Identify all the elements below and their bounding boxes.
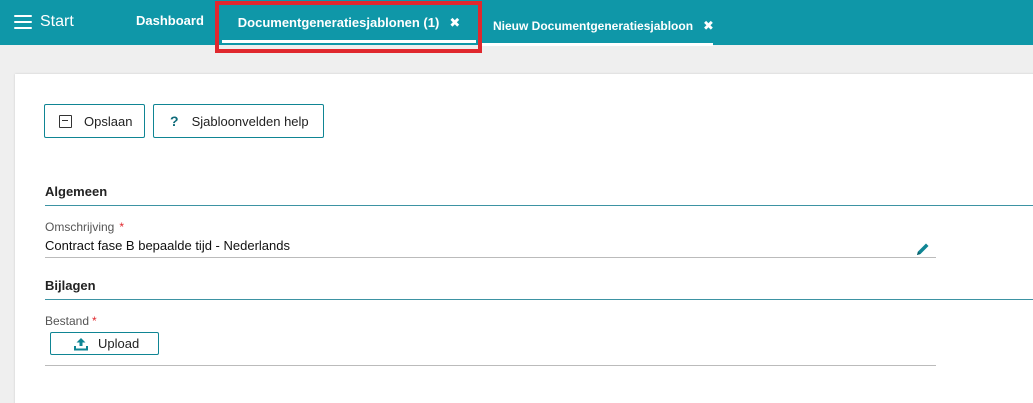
tab-nieuw-documentgeneratiesjabloon-label: Nieuw Documentgeneratiesjabloon	[493, 19, 694, 33]
start-menu-button[interactable]: Start	[14, 10, 74, 34]
file-label-text: Bestand	[45, 314, 90, 328]
upload-button-label: Upload	[98, 336, 140, 351]
help-button-label: Sjabloonvelden help	[191, 113, 309, 129]
start-label: Start	[40, 13, 74, 30]
section-heading-attachments: Bijlagen	[45, 278, 96, 293]
main-form-panel: Opslaan ? Sjabloonvelden help Algemeen O…	[15, 74, 1033, 403]
active-tab-indicator	[222, 40, 476, 43]
template-fields-help-button[interactable]: ? Sjabloonvelden help	[153, 104, 324, 138]
tab-nieuw-documentgeneratiesjabloon[interactable]: Nieuw Documentgeneratiesjabloon ✖	[480, 6, 714, 46]
section-heading-general: Algemeen	[45, 184, 108, 199]
tab-documentgeneratiesjablonen-label: Documentgeneratiesjablonen (1)	[237, 15, 440, 30]
required-marker: *	[119, 220, 125, 234]
upload-button[interactable]: Upload	[50, 332, 159, 355]
file-field-underline	[45, 365, 936, 366]
required-marker: *	[92, 314, 97, 328]
save-button[interactable]: Opslaan	[44, 104, 145, 138]
tab-documentgeneratiesjablonen[interactable]: Documentgeneratiesjablonen (1) ✖	[222, 0, 476, 45]
description-label: Omschrijving *	[45, 220, 124, 234]
description-label-text: Omschrijving	[45, 220, 115, 234]
pencil-icon[interactable]	[915, 241, 931, 257]
save-button-label: Opslaan	[84, 113, 133, 129]
close-icon[interactable]: ✖	[703, 18, 714, 34]
hamburger-icon	[14, 15, 32, 29]
file-label: Bestand *	[45, 314, 97, 328]
description-field[interactable]: Contract fase B bepaalde tijd - Nederlan…	[45, 238, 290, 253]
description-field-underline	[45, 257, 936, 258]
tab-dashboard-label: Dashboard	[136, 13, 204, 28]
close-icon[interactable]: ✖	[449, 15, 460, 31]
question-mark-icon: ?	[170, 113, 179, 129]
tab-dashboard[interactable]: Dashboard	[136, 0, 204, 43]
top-navigation-bar: Start Dashboard Documentgeneratiesjablon…	[0, 0, 1033, 46]
section-divider	[45, 299, 1033, 300]
floppy-disk-icon	[59, 114, 72, 128]
upload-icon	[74, 337, 88, 350]
tab-underline	[480, 43, 713, 46]
section-divider	[45, 205, 1033, 206]
